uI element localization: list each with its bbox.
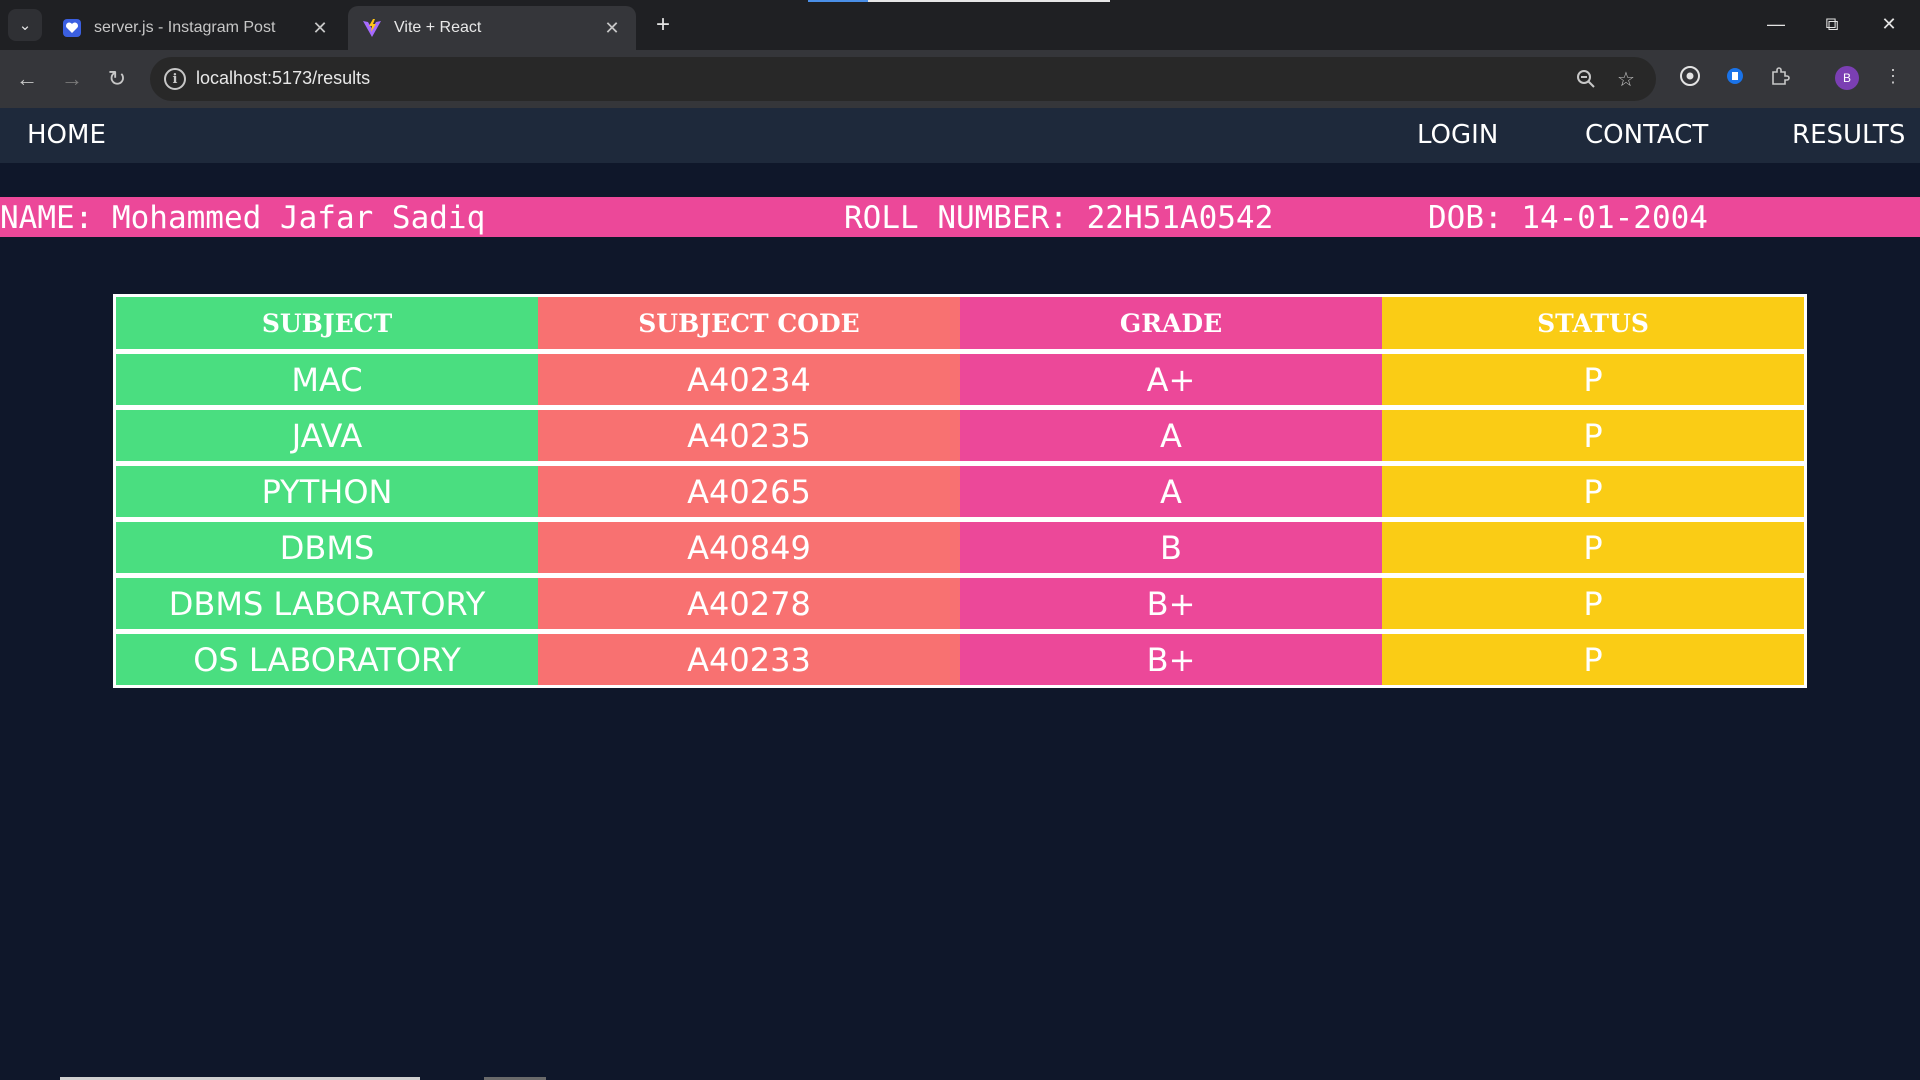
header-grade: GRADE xyxy=(960,297,1382,349)
browser-toolbar: ← → ↻ i localhost:5173/results ☆ xyxy=(0,50,1920,108)
nav-home-link[interactable]: HOME xyxy=(27,120,106,150)
status-cell: P xyxy=(1382,354,1804,405)
table-row: DBMS A40849 B P xyxy=(116,522,1804,573)
loading-indicator-progress xyxy=(808,0,868,2)
tab-title: Vite + React xyxy=(394,19,482,36)
subject-cell: OS LABORATORY xyxy=(116,634,538,685)
site-info-icon[interactable]: i xyxy=(164,68,186,90)
subject-cell: PYTHON xyxy=(116,466,538,517)
new-tab-button[interactable]: + xyxy=(648,10,678,40)
chevron-down-icon: ⌄ xyxy=(18,17,32,34)
status-cell: P xyxy=(1382,466,1804,517)
status-cell: P xyxy=(1382,522,1804,573)
grade-cell: B+ xyxy=(960,578,1382,629)
zoom-icon[interactable] xyxy=(1574,67,1598,91)
subject-code-cell: A40849 xyxy=(538,522,960,573)
browser-tab-vite-react[interactable]: Vite + React ✕ xyxy=(348,6,636,50)
browser-menu-icon[interactable]: ⋮ xyxy=(1879,62,1907,90)
forward-arrow-icon[interactable]: → xyxy=(55,62,89,96)
heart-shield-icon xyxy=(63,19,81,37)
status-cell: P xyxy=(1382,578,1804,629)
close-tab-icon[interactable]: ✕ xyxy=(310,18,330,39)
student-name: NAME: Mohammed Jafar Sadiq xyxy=(0,200,486,236)
header-subject: SUBJECT xyxy=(116,297,538,349)
student-dob: DOB: 14-01-2004 xyxy=(1428,200,1708,236)
student-info-bar: NAME: Mohammed Jafar Sadiq ROLL NUMBER: … xyxy=(0,197,1920,237)
status-cell: P xyxy=(1382,634,1804,685)
reload-icon[interactable]: ↻ xyxy=(100,62,134,96)
table-row: JAVA A40235 A P xyxy=(116,410,1804,461)
subject-code-cell: A40235 xyxy=(538,410,960,461)
subject-code-cell: A40233 xyxy=(538,634,960,685)
status-cell: P xyxy=(1382,410,1804,461)
header-subject-code: SUBJECT CODE xyxy=(538,297,960,349)
close-window-button[interactable]: ✕ xyxy=(1866,8,1912,40)
table-header-row: SUBJECT SUBJECT CODE GRADE STATUS xyxy=(116,297,1804,349)
subject-cell: MAC xyxy=(116,354,538,405)
subject-cell: JAVA xyxy=(116,410,538,461)
nav-login-link[interactable]: LOGIN xyxy=(1417,120,1498,150)
app-navbar: HOME LOGIN CONTACT RESULTS xyxy=(0,108,1920,163)
address-bar[interactable]: i localhost:5173/results ☆ xyxy=(150,57,1656,101)
student-roll-number: ROLL NUMBER: 22H51A0542 xyxy=(844,200,1274,236)
restore-window-button[interactable]: ⧉ xyxy=(1809,8,1855,40)
tab-search-button[interactable]: ⌄ xyxy=(8,9,42,41)
nav-contact-link[interactable]: CONTACT xyxy=(1585,120,1708,150)
subject-code-cell: A40234 xyxy=(538,354,960,405)
table-row: PYTHON A40265 A P xyxy=(116,466,1804,517)
bookmark-star-icon[interactable]: ☆ xyxy=(1614,67,1638,91)
url-text[interactable]: localhost:5173/results xyxy=(196,68,370,89)
subject-code-cell: A40278 xyxy=(538,578,960,629)
grade-cell: B+ xyxy=(960,634,1382,685)
table-row: OS LABORATORY A40233 B+ P xyxy=(116,634,1804,685)
table-row: MAC A40234 A+ P xyxy=(116,354,1804,405)
browser-tabstrip: ⌄ server.js - Instagram Post ✕ Vite + Re… xyxy=(0,0,1920,50)
grade-cell: A+ xyxy=(960,354,1382,405)
browser-tab-server-js[interactable]: server.js - Instagram Post ✕ xyxy=(48,6,344,50)
vite-logo-icon xyxy=(363,19,381,37)
results-table: SUBJECT SUBJECT CODE GRADE STATUS MAC A4… xyxy=(113,294,1807,688)
subject-code-cell: A40265 xyxy=(538,466,960,517)
close-tab-icon[interactable]: ✕ xyxy=(602,18,622,39)
extensions-puzzle-icon[interactable] xyxy=(1766,62,1794,90)
nav-results-link[interactable]: RESULTS xyxy=(1792,120,1905,150)
tab-title: server.js - Instagram Post xyxy=(94,19,276,36)
back-arrow-icon[interactable]: ← xyxy=(10,62,44,96)
google-lens-icon[interactable] xyxy=(1676,62,1704,90)
grade-cell: B xyxy=(960,522,1382,573)
subject-cell: DBMS LABORATORY xyxy=(116,578,538,629)
extension-docs-icon[interactable] xyxy=(1721,62,1749,90)
table-row: DBMS LABORATORY A40278 B+ P xyxy=(116,578,1804,629)
subject-cell: DBMS xyxy=(116,522,538,573)
profile-avatar[interactable]: B xyxy=(1835,66,1859,90)
header-status: STATUS xyxy=(1382,297,1804,349)
minimize-window-button[interactable]: — xyxy=(1753,8,1799,40)
grade-cell: A xyxy=(960,466,1382,517)
grade-cell: A xyxy=(960,410,1382,461)
